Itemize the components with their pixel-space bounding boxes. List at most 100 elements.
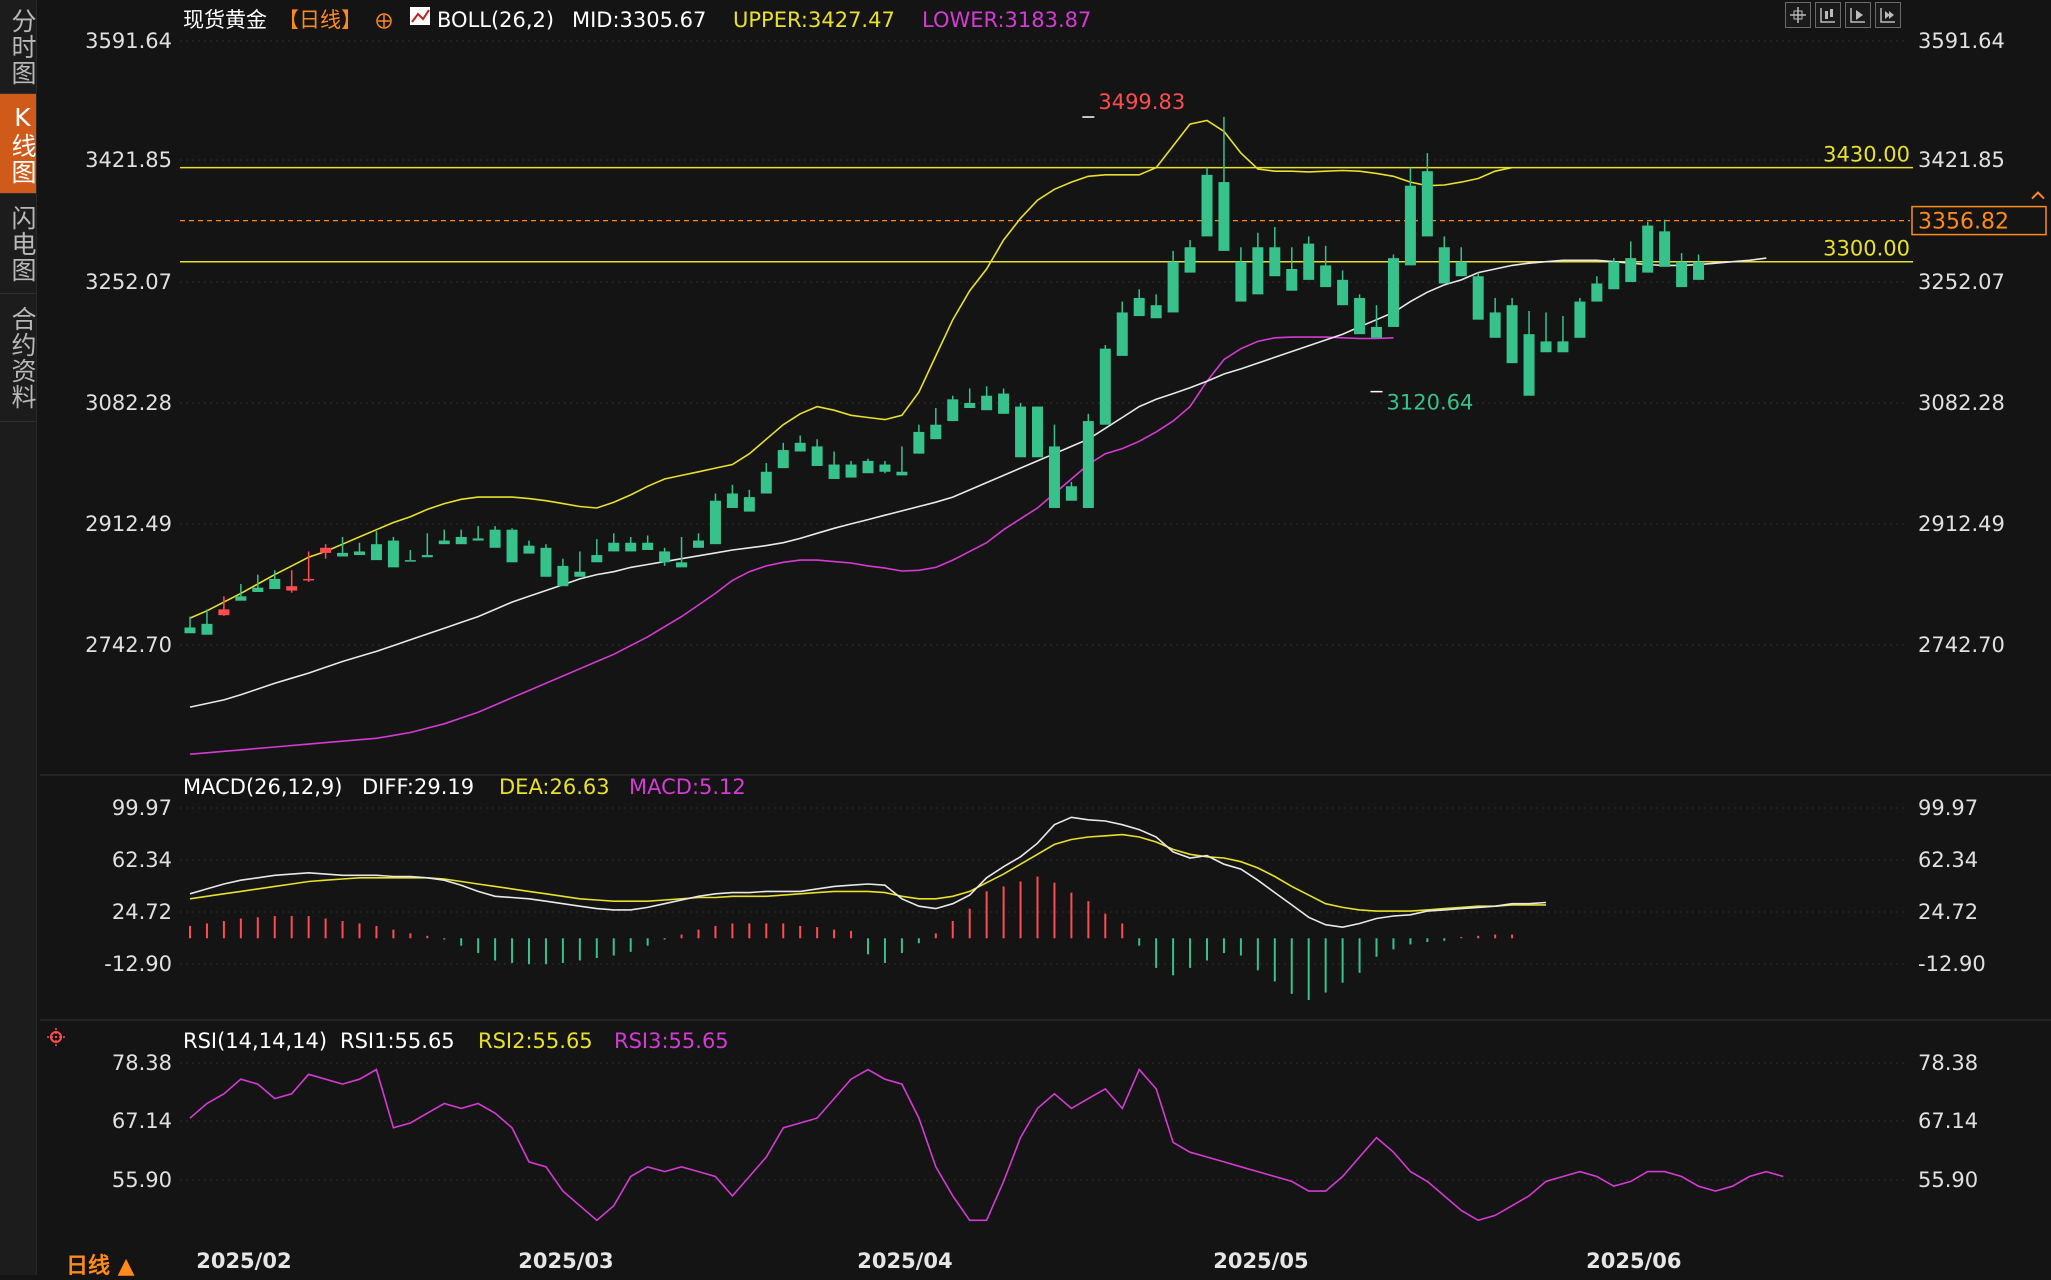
candle-body bbox=[421, 555, 433, 558]
price-tick-label-right: 3252.07 bbox=[1918, 270, 2005, 294]
candle-body bbox=[1235, 261, 1247, 302]
candle-layout-button[interactable] bbox=[1815, 2, 1841, 28]
candle-body bbox=[370, 544, 382, 561]
macd-histogram-value: MACD:5.12 bbox=[629, 775, 746, 799]
candle-body bbox=[1065, 486, 1077, 501]
candle-body bbox=[1184, 247, 1196, 273]
boll-lower-line bbox=[189, 336, 1394, 755]
candle-body bbox=[726, 493, 738, 508]
candle-body bbox=[591, 555, 603, 563]
candle-body bbox=[1371, 326, 1382, 338]
price-tick-label-right: 3082.28 bbox=[1918, 391, 2005, 415]
boll-lower-value: LOWER:3183.87 bbox=[922, 8, 1091, 32]
chart-play-button[interactable] bbox=[1845, 2, 1871, 28]
candle-body bbox=[354, 551, 365, 556]
candle-body bbox=[981, 395, 993, 411]
candle-body bbox=[1608, 261, 1620, 290]
macd-tick-label-left: -12.90 bbox=[104, 952, 172, 976]
chart-play-icon bbox=[1850, 8, 1865, 23]
period-label[interactable]: 日线 ▲ bbox=[66, 1248, 135, 1280]
macd-name: MACD(26,12,9) bbox=[183, 775, 343, 799]
price-tick-label-left: 3591.64 bbox=[85, 29, 172, 53]
settings-icon-rays bbox=[47, 1028, 65, 1046]
price-tick-label-left: 3252.07 bbox=[85, 270, 172, 294]
rsi-tick-label-right: 67.14 bbox=[1918, 1109, 1978, 1133]
candle-body bbox=[964, 402, 976, 409]
candle-body bbox=[1472, 276, 1484, 320]
price-up-arrow-icon bbox=[2031, 191, 2045, 200]
rsi-name: RSI(14,14,14) bbox=[183, 1029, 327, 1053]
candle-body bbox=[540, 547, 552, 577]
candle-body bbox=[1015, 406, 1027, 458]
date-tick-label: 2025/05 bbox=[1213, 1249, 1308, 1273]
candle-body bbox=[337, 552, 349, 557]
candle-body bbox=[693, 540, 704, 548]
candle-body bbox=[218, 609, 230, 616]
candle-body bbox=[1540, 341, 1552, 353]
boll-mid-value: MID:3305.67 bbox=[572, 8, 706, 32]
candle-body bbox=[235, 596, 247, 601]
candle-body bbox=[608, 542, 620, 552]
macd-diff-value: DIFF:29.19 bbox=[362, 775, 474, 799]
candle-body bbox=[404, 560, 416, 562]
rsi3-value: RSI3:55.65 bbox=[614, 1029, 729, 1053]
app-root: 分时图 K线图 闪电图 合约资料 3591.64 3591.64 3421.85 34… bbox=[0, 0, 2051, 1279]
date-tick-label: 2025/02 bbox=[196, 1249, 291, 1273]
candle-body bbox=[930, 424, 942, 440]
price-tick-label-right: 2742.70 bbox=[1918, 633, 2005, 657]
date-tick-label: 2025/04 bbox=[857, 1249, 952, 1273]
candle-body bbox=[1150, 305, 1162, 319]
candle-body bbox=[1523, 334, 1535, 396]
boll-mid-line bbox=[189, 257, 1767, 708]
crosshair-icon bbox=[1790, 7, 1806, 23]
candle-body bbox=[1133, 297, 1145, 317]
price-tick-label-right: 3421.85 bbox=[1918, 148, 2005, 172]
kline-chart[interactable]: 3591.64 3591.64 3421.85 3421.85 3252.07 3252.… bbox=[0, 0, 2051, 1275]
macd-tick-label-right: 62.34 bbox=[1918, 848, 1978, 872]
candle-body bbox=[1489, 312, 1501, 338]
rsi-tick-label-right: 55.90 bbox=[1918, 1168, 1978, 1192]
candle-body bbox=[811, 446, 823, 466]
candle-body bbox=[828, 464, 840, 480]
candle-body bbox=[286, 586, 298, 591]
candle-layout-icon bbox=[1820, 8, 1835, 23]
macd-tick-label-left: 62.34 bbox=[112, 848, 172, 872]
candle-body bbox=[879, 464, 891, 472]
candle-body bbox=[201, 623, 213, 635]
candle-body bbox=[252, 587, 264, 592]
macd-tick-label-right: 99.97 bbox=[1918, 796, 1978, 820]
candle-body bbox=[303, 578, 315, 581]
current-price-label: 3356.82 bbox=[1918, 210, 2009, 235]
date-tick-label: 2025/03 bbox=[518, 1249, 613, 1273]
candle-body bbox=[489, 529, 501, 548]
candle-body bbox=[1455, 261, 1467, 277]
candle-body bbox=[387, 540, 399, 568]
candle-body bbox=[1032, 406, 1043, 458]
candle-body bbox=[320, 547, 332, 553]
candle-body bbox=[1218, 182, 1230, 251]
price-tick-label-left: 2742.70 bbox=[85, 633, 172, 657]
rsi-tick-label-left: 67.14 bbox=[112, 1109, 172, 1133]
macd-dea-value: DEA:26.63 bbox=[499, 775, 610, 799]
candle-body bbox=[1676, 261, 1688, 288]
candle-body bbox=[1099, 348, 1111, 425]
candle-body bbox=[184, 627, 196, 634]
candle-body bbox=[913, 431, 925, 454]
rsi-tick-label-right: 78.38 bbox=[1918, 1051, 1978, 1075]
candle-body bbox=[1167, 261, 1179, 313]
macd-diff-line bbox=[189, 816, 1547, 929]
boll-name: BOLL(26,2) bbox=[437, 8, 554, 32]
candle-body bbox=[794, 442, 806, 452]
candle-body bbox=[1693, 261, 1705, 280]
price-tick-label-right: 3591.64 bbox=[1918, 29, 2005, 53]
symbol-title: 现货黄金 bbox=[183, 8, 267, 32]
candle-body bbox=[1591, 283, 1603, 302]
crosshair-button[interactable] bbox=[1785, 2, 1811, 28]
chart-forward-button[interactable] bbox=[1875, 2, 1901, 28]
candle-body bbox=[642, 542, 654, 550]
candle-body bbox=[472, 538, 484, 541]
candle-body bbox=[896, 471, 908, 476]
candle-body bbox=[1048, 446, 1060, 508]
macd-dea-line bbox=[189, 833, 1546, 912]
candle-body bbox=[1625, 258, 1637, 283]
